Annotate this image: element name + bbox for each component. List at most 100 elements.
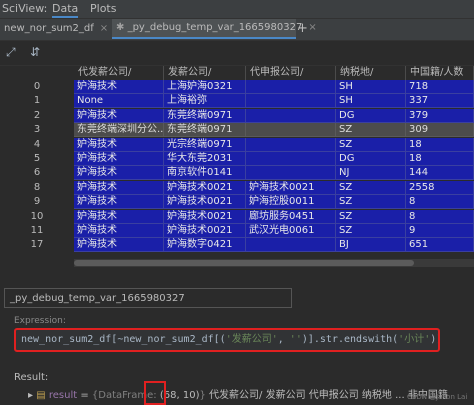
table-cell[interactable]: SZ: [336, 180, 406, 195]
format-icon[interactable]: ⇵: [30, 45, 40, 59]
table-cell[interactable]: 9: [406, 224, 474, 238]
variable-name-field[interactable]: _py_debug_temp_var_1665980327: [4, 288, 292, 308]
table-cell[interactable]: 妒海数字0421: [164, 238, 246, 253]
table-row[interactable]: 8 妒海技术 妒海技术0021 妒海技术0021 SZ 2558: [0, 180, 474, 195]
table-row[interactable]: 2 妒海技术 东莞终端0971 DG 379: [0, 108, 474, 123]
shape-highlight-box: [144, 381, 166, 405]
tab-data[interactable]: Data: [52, 2, 79, 18]
column-header[interactable]: 代申报公司/: [246, 66, 336, 80]
table-cell[interactable]: 妒海技术: [74, 180, 164, 195]
table-cell[interactable]: 妒海技术0021: [164, 195, 246, 210]
table-cell[interactable]: 718: [406, 80, 474, 94]
row-index: 1: [0, 94, 74, 109]
grid-header: 代发薪公司/ 发薪公司/ 代申报公司/ 纳税地/ 中国籍/人数: [0, 66, 474, 80]
table-cell[interactable]: 华大东莞2031: [164, 152, 246, 166]
table-row[interactable]: 10 妒海技术 妒海技术0021 廊坊服务0451 SZ 8: [0, 209, 474, 224]
column-header[interactable]: 发薪公司/: [164, 66, 246, 80]
table-cell[interactable]: 妒海技术0021: [164, 209, 246, 224]
table-row[interactable]: 6 妒海技术 南京软件0141 NJ 144: [0, 166, 474, 181]
table-cell[interactable]: 妒海技术: [74, 166, 164, 181]
row-index: 2: [0, 108, 74, 123]
table-cell[interactable]: 妒海技术: [74, 80, 164, 94]
column-header[interactable]: 中国籍/人数: [406, 66, 474, 80]
table-cell[interactable]: 309: [406, 123, 474, 138]
table-cell[interactable]: [246, 94, 336, 109]
table-cell[interactable]: 妒海技术0021: [246, 180, 336, 195]
table-cell[interactable]: 2558: [406, 180, 474, 195]
expression-input[interactable]: new_nor_sum2_df[~new_nor_sum2_df[('发薪公司'…: [14, 328, 440, 352]
table-cell[interactable]: 上海妒海0321: [164, 80, 246, 94]
table-cell[interactable]: 妒海技术: [74, 108, 164, 123]
table-cell[interactable]: [246, 80, 336, 94]
expand-icon[interactable]: ▸: [28, 390, 33, 401]
table-cell[interactable]: None: [74, 94, 164, 109]
table-cell[interactable]: SZ: [336, 195, 406, 210]
table-cell[interactable]: 379: [406, 108, 474, 123]
table-cell[interactable]: 8: [406, 209, 474, 224]
scrollbar-thumb[interactable]: [74, 260, 414, 266]
watermark: CSDN @Jason Lai: [407, 393, 468, 401]
table-cell[interactable]: [246, 152, 336, 166]
menubar: SciView: Data Plots: [0, 0, 474, 19]
tab-new-nor-sum2-df[interactable]: new_nor_sum2_df ×: [4, 19, 108, 39]
add-tab-icon[interactable]: +: [297, 19, 308, 39]
table-cell[interactable]: [246, 238, 336, 253]
table-cell[interactable]: [246, 123, 336, 138]
table-cell[interactable]: 651: [406, 238, 474, 253]
table-row[interactable]: 1 None 上海裕弥 SH 337: [0, 94, 474, 109]
table-cell[interactable]: DG: [336, 108, 406, 123]
tab-plots[interactable]: Plots: [90, 2, 116, 15]
table-cell[interactable]: 妒海技术: [74, 238, 164, 253]
table-cell[interactable]: 上海裕弥: [164, 94, 246, 109]
table-cell[interactable]: SH: [336, 94, 406, 109]
tab-py-debug-temp-var[interactable]: ✱ _py_debug_temp_var_1665980327 ×: [112, 19, 317, 39]
table-cell[interactable]: 妒海控股0011: [246, 195, 336, 210]
horizontal-scrollbar[interactable]: [74, 259, 474, 267]
column-header[interactable]: 纳税地/: [336, 66, 406, 80]
close-icon[interactable]: ×: [100, 23, 108, 34]
table-cell[interactable]: SZ: [336, 137, 406, 152]
table-cell[interactable]: 东莞终端0971: [164, 108, 246, 123]
table-cell[interactable]: 妒海技术0021: [164, 224, 246, 238]
table-cell[interactable]: BJ: [336, 238, 406, 253]
open-in-window-icon[interactable]: ⤢: [6, 45, 16, 60]
table-cell[interactable]: 光宗终端0971: [164, 137, 246, 152]
table-cell[interactable]: 东莞终端0971: [164, 123, 246, 138]
table-cell[interactable]: 南京软件0141: [164, 166, 246, 181]
table-cell[interactable]: 妒海技术: [74, 152, 164, 166]
table-cell[interactable]: SZ: [336, 209, 406, 224]
table-row[interactable]: 4 妒海技术 光宗终端0971 SZ 18: [0, 137, 474, 152]
table-cell[interactable]: 东莞终端深圳分公...: [74, 123, 164, 138]
table-row[interactable]: 0 妒海技术 上海妒海0321 SH 718: [0, 80, 474, 94]
table-row[interactable]: 17 妒海技术 妒海数字0421 BJ 651: [0, 238, 474, 253]
table-cell[interactable]: 妒海技术: [74, 224, 164, 238]
table-cell[interactable]: 144: [406, 166, 474, 181]
table-cell[interactable]: NJ: [336, 166, 406, 181]
table-row[interactable]: 11 妒海技术 妒海技术0021 武汉光电0061 SZ 9: [0, 224, 474, 238]
table-cell[interactable]: 18: [406, 137, 474, 152]
table-cell[interactable]: 廊坊服务0451: [246, 209, 336, 224]
table-cell[interactable]: [246, 166, 336, 181]
table-cell[interactable]: SZ: [336, 123, 406, 138]
table-cell[interactable]: [246, 137, 336, 152]
table-cell[interactable]: SZ: [336, 224, 406, 238]
sciview-title: SciView:: [2, 2, 48, 15]
table-cell[interactable]: 18: [406, 152, 474, 166]
row-index: 9: [0, 195, 74, 210]
table-cell[interactable]: SH: [336, 80, 406, 94]
table-cell[interactable]: 337: [406, 94, 474, 109]
column-header[interactable]: 代发薪公司/: [74, 66, 164, 80]
table-row[interactable]: 3 东莞终端深圳分公... 东莞终端0971 SZ 309: [0, 123, 474, 138]
table-row[interactable]: 9 妒海技术 妒海技术0021 妒海控股0011 SZ 8: [0, 195, 474, 210]
table-cell[interactable]: 妒海技术: [74, 137, 164, 152]
result-tree-item[interactable]: ▸ ▤ result = {DataFrame: (68, 10)} 代发薪公司…: [28, 386, 448, 401]
table-cell[interactable]: 妒海技术: [74, 195, 164, 210]
close-icon[interactable]: ×: [308, 22, 316, 33]
table-cell[interactable]: 妒海技术0021: [164, 180, 246, 195]
table-cell[interactable]: 武汉光电0061: [246, 224, 336, 238]
table-row[interactable]: 5 妒海技术 华大东莞2031 DG 18: [0, 152, 474, 166]
table-cell[interactable]: [246, 108, 336, 123]
table-cell[interactable]: 8: [406, 195, 474, 210]
table-cell[interactable]: 妒海技术: [74, 209, 164, 224]
table-cell[interactable]: DG: [336, 152, 406, 166]
